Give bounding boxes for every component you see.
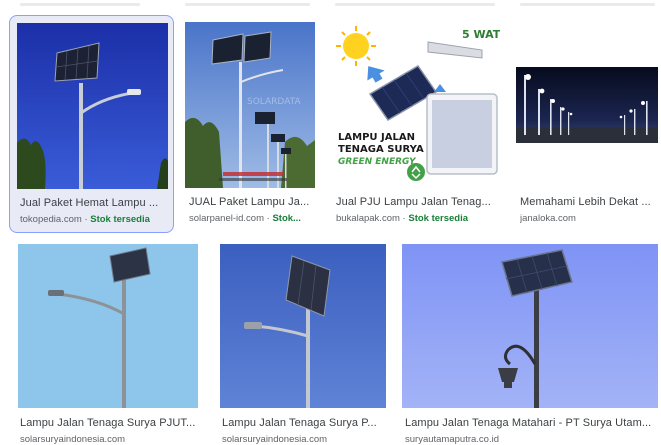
stock-badge: Stok tersedia	[90, 214, 150, 225]
previous-row-strip	[0, 0, 661, 10]
separator-dot: ·	[402, 213, 406, 224]
result-title[interactable]: Lampu Jalan Tenaga Surya PJUT...	[20, 417, 202, 429]
watt-label: 5 WATT	[462, 28, 500, 41]
result-title[interactable]: Jual PJU Lampu Jalan Tenag...	[336, 196, 502, 208]
separator-dot: ·	[266, 213, 270, 224]
result-meta: solarsuryaindonesia.com	[20, 434, 202, 445]
result-title[interactable]: Jual Paket Hemat Lampu ...	[20, 197, 170, 209]
result-thumbnail[interactable]: SOLARDATA	[185, 22, 315, 188]
result-thumbnail[interactable]: 5 WATT LAMPU JALAN TENAGA SURYA GREEN EN…	[332, 22, 500, 188]
result-meta: solarpanel-id.com · Stok...	[189, 213, 319, 224]
ad-text: GREEN ENERGY	[338, 157, 417, 167]
image-result-card[interactable]: SOLARDATA JUAL Paket Lampu Ja... solarpa…	[180, 15, 320, 233]
result-meta: solarsuryaindonesia.com	[222, 434, 388, 445]
result-source[interactable]: tokopedia.com	[20, 214, 82, 225]
image-result-card[interactable]: Jual Paket Hemat Lampu ... tokopedia.com…	[9, 15, 174, 233]
result-thumbnail[interactable]	[220, 244, 386, 408]
result-source[interactable]: solarsuryaindonesia.com	[222, 434, 327, 445]
result-source[interactable]: bukalapak.com	[336, 213, 400, 224]
result-title[interactable]: JUAL Paket Lampu Ja...	[189, 196, 317, 208]
result-thumbnail[interactable]	[17, 23, 168, 189]
image-result-card[interactable]: Lampu Jalan Tenaga Surya PJUT... solarsu…	[10, 240, 205, 445]
stock-badge: Stok...	[272, 213, 301, 224]
stock-badge: Stok tersedia	[408, 213, 469, 224]
result-meta: suryautamaputra.co.id	[405, 434, 657, 445]
image-result-card[interactable]: Lampu Jalan Tenaga Surya P... solarsurya…	[212, 240, 392, 445]
result-source[interactable]: suryautamaputra.co.id	[405, 434, 499, 445]
ad-text: LAMPU JALAN	[338, 132, 415, 143]
ad-text: TENAGA SURYA	[338, 144, 424, 155]
result-meta: janaloka.com	[520, 213, 658, 224]
result-source[interactable]: solarsuryaindonesia.com	[20, 434, 125, 445]
result-meta: tokopedia.com · Stok tersedia	[20, 214, 172, 225]
image-result-card[interactable]: Memahami Lebih Dekat ... janaloka.com	[510, 15, 660, 233]
image-result-card[interactable]: 5 WATT LAMPU JALAN TENAGA SURYA GREEN EN…	[326, 15, 506, 233]
result-thumbnail[interactable]	[516, 67, 658, 143]
result-meta: bukalapak.com · Stok tersedia	[336, 213, 502, 224]
watermark: SOLARDATA	[247, 97, 301, 107]
result-title[interactable]: Lampu Jalan Tenaga Surya P...	[222, 417, 388, 429]
separator-dot: ·	[84, 214, 88, 225]
result-title[interactable]: Lampu Jalan Tenaga Matahari - PT Surya U…	[405, 417, 657, 429]
image-result-card[interactable]: Lampu Jalan Tenaga Matahari - PT Surya U…	[397, 240, 661, 445]
result-source[interactable]: solarpanel-id.com	[189, 213, 264, 224]
result-title[interactable]: Memahami Lebih Dekat ...	[520, 196, 658, 208]
result-thumbnail[interactable]	[18, 244, 198, 408]
result-source[interactable]: janaloka.com	[520, 213, 576, 224]
result-thumbnail[interactable]	[402, 244, 658, 408]
